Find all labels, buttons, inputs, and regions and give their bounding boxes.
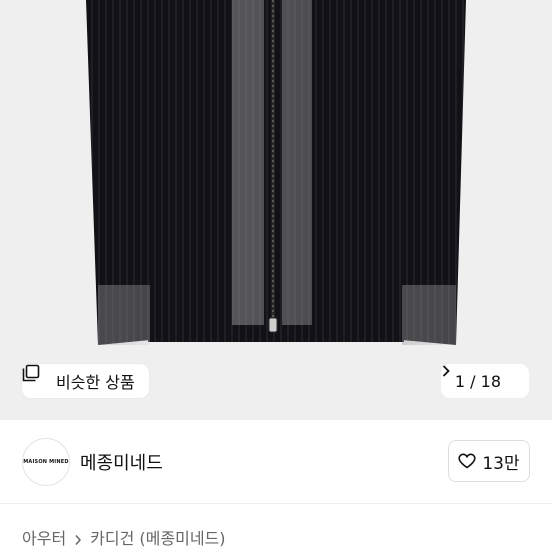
shop-info-row: MAISON MINED 메종미네드 13만 [0,420,552,504]
current-page: 1 [454,371,466,391]
heart-outline-icon [458,453,476,469]
shop-logo-text: MAISON MINED [23,459,69,465]
image-page-counter[interactable]: 1 / 18 [440,364,529,398]
shop-logo[interactable]: MAISON MINED [22,438,70,486]
shop-name[interactable]: 메종미네드 [80,449,163,475]
copy-icon [22,364,50,390]
similar-products-button[interactable]: 비슷한 상품 [22,364,149,398]
breadcrumb: 아우터 카디건 (메종미네드) [22,525,226,549]
like-count: 13만 [482,453,520,474]
section-divider [0,503,552,504]
chevron-right-icon [442,365,519,388]
similar-products-label: 비슷한 상품 [56,373,135,392]
like-shop-button[interactable]: 13만 [448,440,530,482]
breadcrumb-item-outer[interactable]: 아우터 [22,525,66,549]
total-pages: 18 [480,371,501,391]
breadcrumb-item-cardigan[interactable]: 카디건 (메종미네드) [90,525,225,549]
cardigan-photo [86,0,466,345]
chevron-right-icon [74,531,82,545]
page-indicator: 1 / 18 [455,372,501,391]
page-separator: / [470,371,476,391]
product-image[interactable]: 비슷한 상품 1 / 18 [0,0,552,420]
